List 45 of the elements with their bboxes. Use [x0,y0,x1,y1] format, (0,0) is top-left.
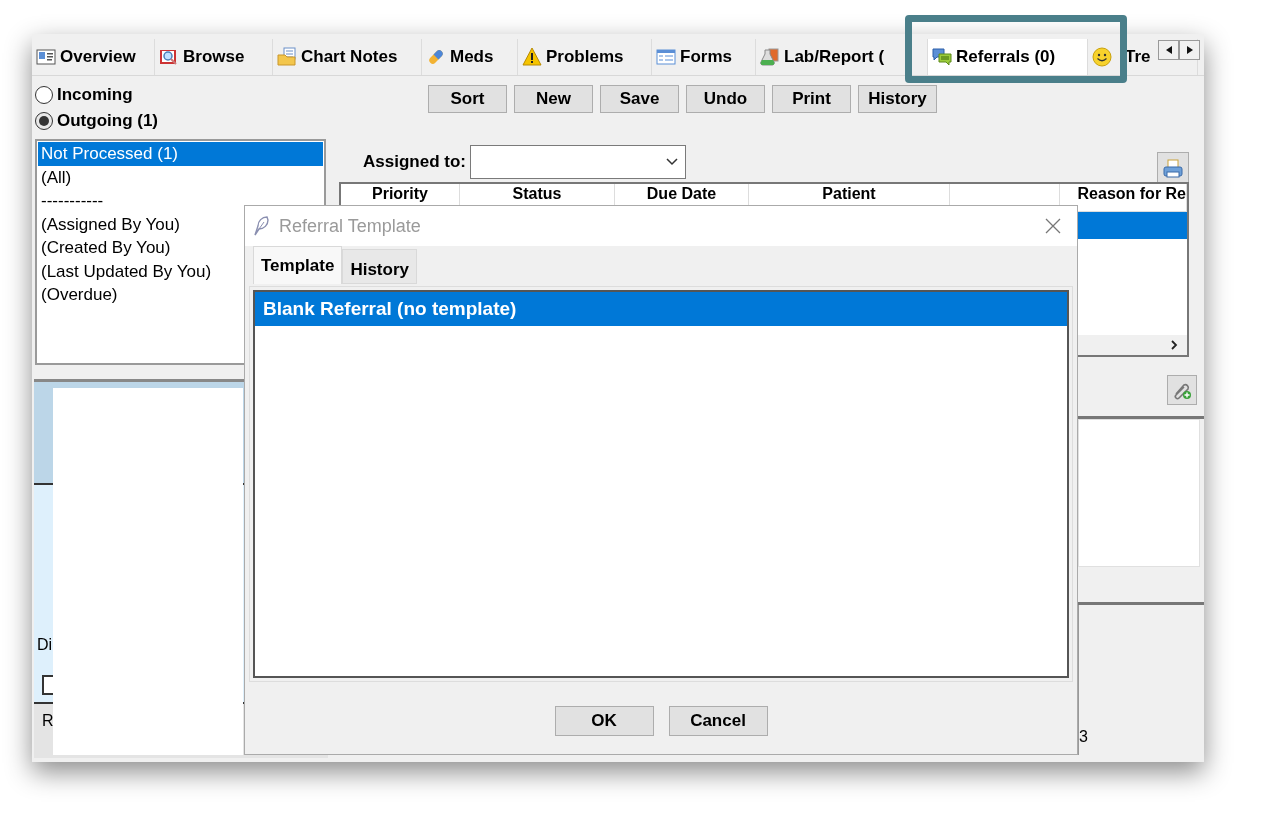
scroll-left-button[interactable] [1158,40,1179,60]
field-label: Di [37,635,54,655]
smiley-icon [1092,47,1112,67]
flask-icon [760,47,780,67]
warning-icon [522,47,542,67]
folder-notes-icon [277,47,297,67]
list-item[interactable]: ----------- [38,189,323,213]
chat-bubbles-icon [932,47,952,67]
form-icon [656,47,676,67]
list-item[interactable]: (All) [38,165,323,189]
feather-icon [253,215,271,237]
chevron-down-icon [664,157,679,167]
toolbar-button[interactable]: New [514,85,593,113]
radio-label[interactable]: Incoming [57,82,133,108]
checkbox[interactable] [42,675,53,695]
book-magnifier-icon [159,47,179,67]
toolbar-button[interactable]: Save [600,85,679,113]
left-triangle-icon [1165,46,1172,54]
scroll-right-icon[interactable] [1169,339,1179,351]
right-triangle-icon [1186,46,1193,54]
scroll-right-button[interactable] [1179,40,1200,60]
toolbar-button[interactable]: Sort [428,85,507,113]
list-item[interactable]: Not Processed (1) [38,142,323,166]
attach-button[interactable] [1167,375,1197,405]
tab[interactable]: Overview [32,39,155,75]
assigned-to-dropdown[interactable] [469,145,686,179]
list-item[interactable]: Blank Referral (no template) [255,292,1067,326]
dialog-title: Referral Template [279,214,421,238]
field-label: Assigned to: [363,151,466,174]
radio-label[interactable]: Outgoing (1) [57,108,159,134]
tab[interactable]: Template [253,246,343,284]
text-fragment: 3 [1079,727,1088,747]
tab[interactable]: History [342,249,417,284]
printer-icon [1162,158,1184,180]
id-card-icon [36,47,56,67]
radio-button[interactable] [35,112,53,130]
toolbar-button[interactable]: Print [772,85,851,113]
close-icon[interactable] [1045,218,1061,234]
column-header: R [42,712,54,729]
dialog-button[interactable]: Cancel [668,706,768,736]
toolbar-button[interactable]: History [858,85,937,113]
dialog-button[interactable]: OK [554,706,654,736]
radio-button[interactable] [35,86,53,104]
tab[interactable]: Referrals (0) [928,39,1088,75]
toolbar-button[interactable]: Undo [686,85,765,113]
